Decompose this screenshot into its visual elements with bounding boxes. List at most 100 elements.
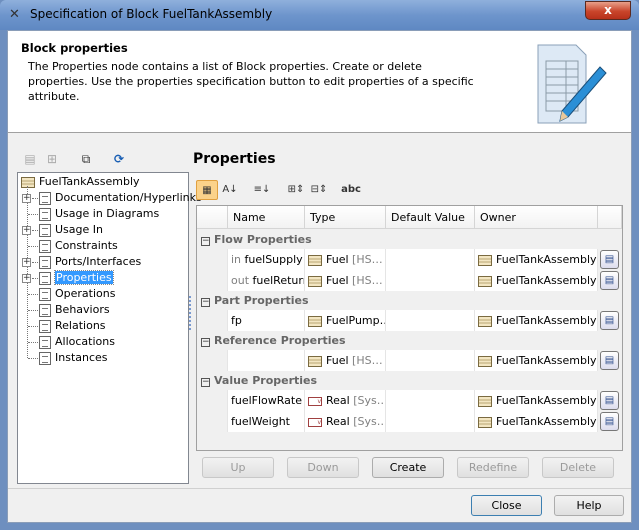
type-name: Fuel xyxy=(326,274,349,287)
expand-all-icon[interactable]: ⊞⇕ xyxy=(285,180,307,200)
group-label: Value Properties xyxy=(214,374,318,387)
table-row[interactable]: Fuel [HS… FuelTankAssembly… ▤ xyxy=(197,350,622,371)
specification-button[interactable]: ▤ xyxy=(600,250,619,269)
expand-icon[interactable]: + xyxy=(22,226,31,235)
separator xyxy=(8,488,631,489)
help-button[interactable]: Help xyxy=(554,495,624,516)
table-view-icon[interactable]: ▤ xyxy=(21,150,39,168)
owner-cell[interactable]: FuelTankAssembly… xyxy=(475,310,598,331)
column-header-name[interactable]: Name xyxy=(228,206,305,229)
default-value-cell[interactable] xyxy=(386,270,475,291)
name-cell[interactable]: in fuelSupply xyxy=(228,249,305,270)
name-cell[interactable] xyxy=(228,350,305,371)
collapse-all-icon[interactable]: ⊟⇕ xyxy=(308,180,330,200)
type-cell[interactable]: Fuel [HS… xyxy=(305,249,386,270)
table-row[interactable]: fuelFlowRate v Real [Sys… FuelTankAssembly…… xyxy=(197,390,622,411)
specification-button[interactable]: ▤ xyxy=(600,391,619,410)
tree-item[interactable]: Operations xyxy=(39,286,115,302)
direction-label: out xyxy=(231,274,250,287)
tree-item[interactable]: Documentation/Hyperlinks xyxy=(39,190,202,206)
type-cell[interactable]: Fuel [HS… xyxy=(305,350,386,371)
specification-button[interactable]: ▤ xyxy=(600,351,619,370)
owner-cell[interactable]: FuelTankAssembly… xyxy=(475,411,598,432)
collapse-icon[interactable]: − xyxy=(201,298,210,307)
group-row[interactable]: − Value Properties xyxy=(197,371,622,390)
tree-item[interactable]: Instances xyxy=(39,350,108,366)
column-header-default-value[interactable]: Default Value xyxy=(386,206,475,229)
type-cell[interactable]: Fuel [HS… xyxy=(305,270,386,291)
table-row[interactable]: out fuelReturn Fuel [HS… FuelTankAssembly…… xyxy=(197,270,622,291)
expand-icon[interactable]: + xyxy=(22,258,31,267)
owner-name: FuelTankAssembly… xyxy=(496,314,598,327)
tree-item[interactable]: Usage In xyxy=(39,222,103,238)
tree-item[interactable]: Behaviors xyxy=(39,302,110,318)
tree-item[interactable]: Constraints xyxy=(39,238,118,254)
block-icon xyxy=(478,275,492,287)
tree-line xyxy=(28,310,38,311)
sort-alphabetically-icon[interactable]: A↓ xyxy=(219,180,241,200)
tree-item-label: Operations xyxy=(55,287,116,300)
default-value-cell[interactable] xyxy=(386,411,475,432)
create-button[interactable]: Create xyxy=(372,457,444,478)
tree-item[interactable]: Allocations xyxy=(39,334,115,350)
row-header xyxy=(197,249,228,270)
up-button[interactable]: Up xyxy=(202,457,274,478)
redefine-button[interactable]: Redefine xyxy=(457,457,529,478)
property-name: fuelReturn xyxy=(252,274,305,287)
tree-root[interactable]: FuelTankAssembly xyxy=(21,174,140,190)
collapse-icon[interactable]: − xyxy=(201,237,210,246)
group-row[interactable]: − Reference Properties xyxy=(197,331,622,350)
column-header-type[interactable]: Type xyxy=(305,206,386,229)
default-value-cell[interactable] xyxy=(386,310,475,331)
expand-icon[interactable]: + xyxy=(22,194,31,203)
sort-by-order-icon[interactable]: ≡↓ xyxy=(251,180,273,200)
type-cell[interactable]: FuelPump… xyxy=(305,310,386,331)
specification-button[interactable]: ▤ xyxy=(600,271,619,290)
default-value-cell[interactable] xyxy=(386,249,475,270)
specification-button[interactable]: ▤ xyxy=(600,311,619,330)
name-cell[interactable]: fuelWeight xyxy=(228,411,305,432)
specification-tree[interactable]: FuelTankAssembly + Documentation/Hyperlin… xyxy=(17,172,202,484)
column-header-owner[interactable]: Owner xyxy=(475,206,598,229)
tree-view-icon[interactable]: ⊞ xyxy=(43,150,61,168)
show-names-icon[interactable]: abc xyxy=(340,180,362,200)
value-type-icon: v xyxy=(308,417,322,427)
owner-cell[interactable]: FuelTankAssembly… xyxy=(475,270,598,291)
splitter-handle[interactable] xyxy=(189,296,191,330)
collapse-icon[interactable]: − xyxy=(201,338,210,347)
table-row[interactable]: fp FuelPump… FuelTankAssembly… ▤ xyxy=(197,310,622,331)
collapse-icon[interactable]: − xyxy=(201,378,210,387)
close-button[interactable]: Close xyxy=(471,495,542,516)
owner-cell[interactable]: FuelTankAssembly… xyxy=(475,390,598,411)
name-cell[interactable]: fp xyxy=(228,310,305,331)
delete-button[interactable]: Delete xyxy=(542,457,614,478)
tree-item[interactable]: Relations xyxy=(39,318,106,334)
name-cell[interactable]: out fuelReturn xyxy=(228,270,305,291)
copy-icon[interactable]: ⧉ xyxy=(77,150,95,168)
type-cell[interactable]: v Real [Sys… xyxy=(305,411,386,432)
owner-cell[interactable]: FuelTankAssembly… xyxy=(475,350,598,371)
tree-item[interactable]: Ports/Interfaces xyxy=(39,254,141,270)
refresh-icon[interactable]: ⟳ xyxy=(110,150,128,168)
tree-item[interactable]: Usage in Diagrams xyxy=(39,206,159,222)
expand-icon[interactable]: + xyxy=(22,274,31,283)
owner-name: FuelTankAssembly… xyxy=(496,394,598,407)
property-name: fp xyxy=(231,314,242,327)
tree-item[interactable]: Properties xyxy=(39,270,114,286)
group-row[interactable]: − Flow Properties xyxy=(197,230,622,249)
type-cell[interactable]: v Real [Sys… xyxy=(305,390,386,411)
table-row[interactable]: in fuelSupply Fuel [HS… FuelTankAssembly… ▤ xyxy=(197,249,622,270)
specification-button[interactable]: ▤ xyxy=(600,412,619,431)
down-button[interactable]: Down xyxy=(287,457,359,478)
group-by-category-icon[interactable]: ▦ xyxy=(196,180,218,200)
owner-name: FuelTankAssembly… xyxy=(496,253,598,266)
owner-cell[interactable]: FuelTankAssembly… xyxy=(475,249,598,270)
default-value-cell[interactable] xyxy=(386,350,475,371)
default-value-cell[interactable] xyxy=(386,390,475,411)
close-window-button[interactable]: x xyxy=(585,1,631,20)
table-row[interactable]: fuelWeight v Real [Sys… FuelTankAssembly… ▤ xyxy=(197,411,622,432)
name-cell[interactable]: fuelFlowRate xyxy=(228,390,305,411)
group-row[interactable]: − Part Properties xyxy=(197,291,622,310)
column-header-spec xyxy=(598,206,622,229)
header-title: Block properties xyxy=(21,41,128,55)
